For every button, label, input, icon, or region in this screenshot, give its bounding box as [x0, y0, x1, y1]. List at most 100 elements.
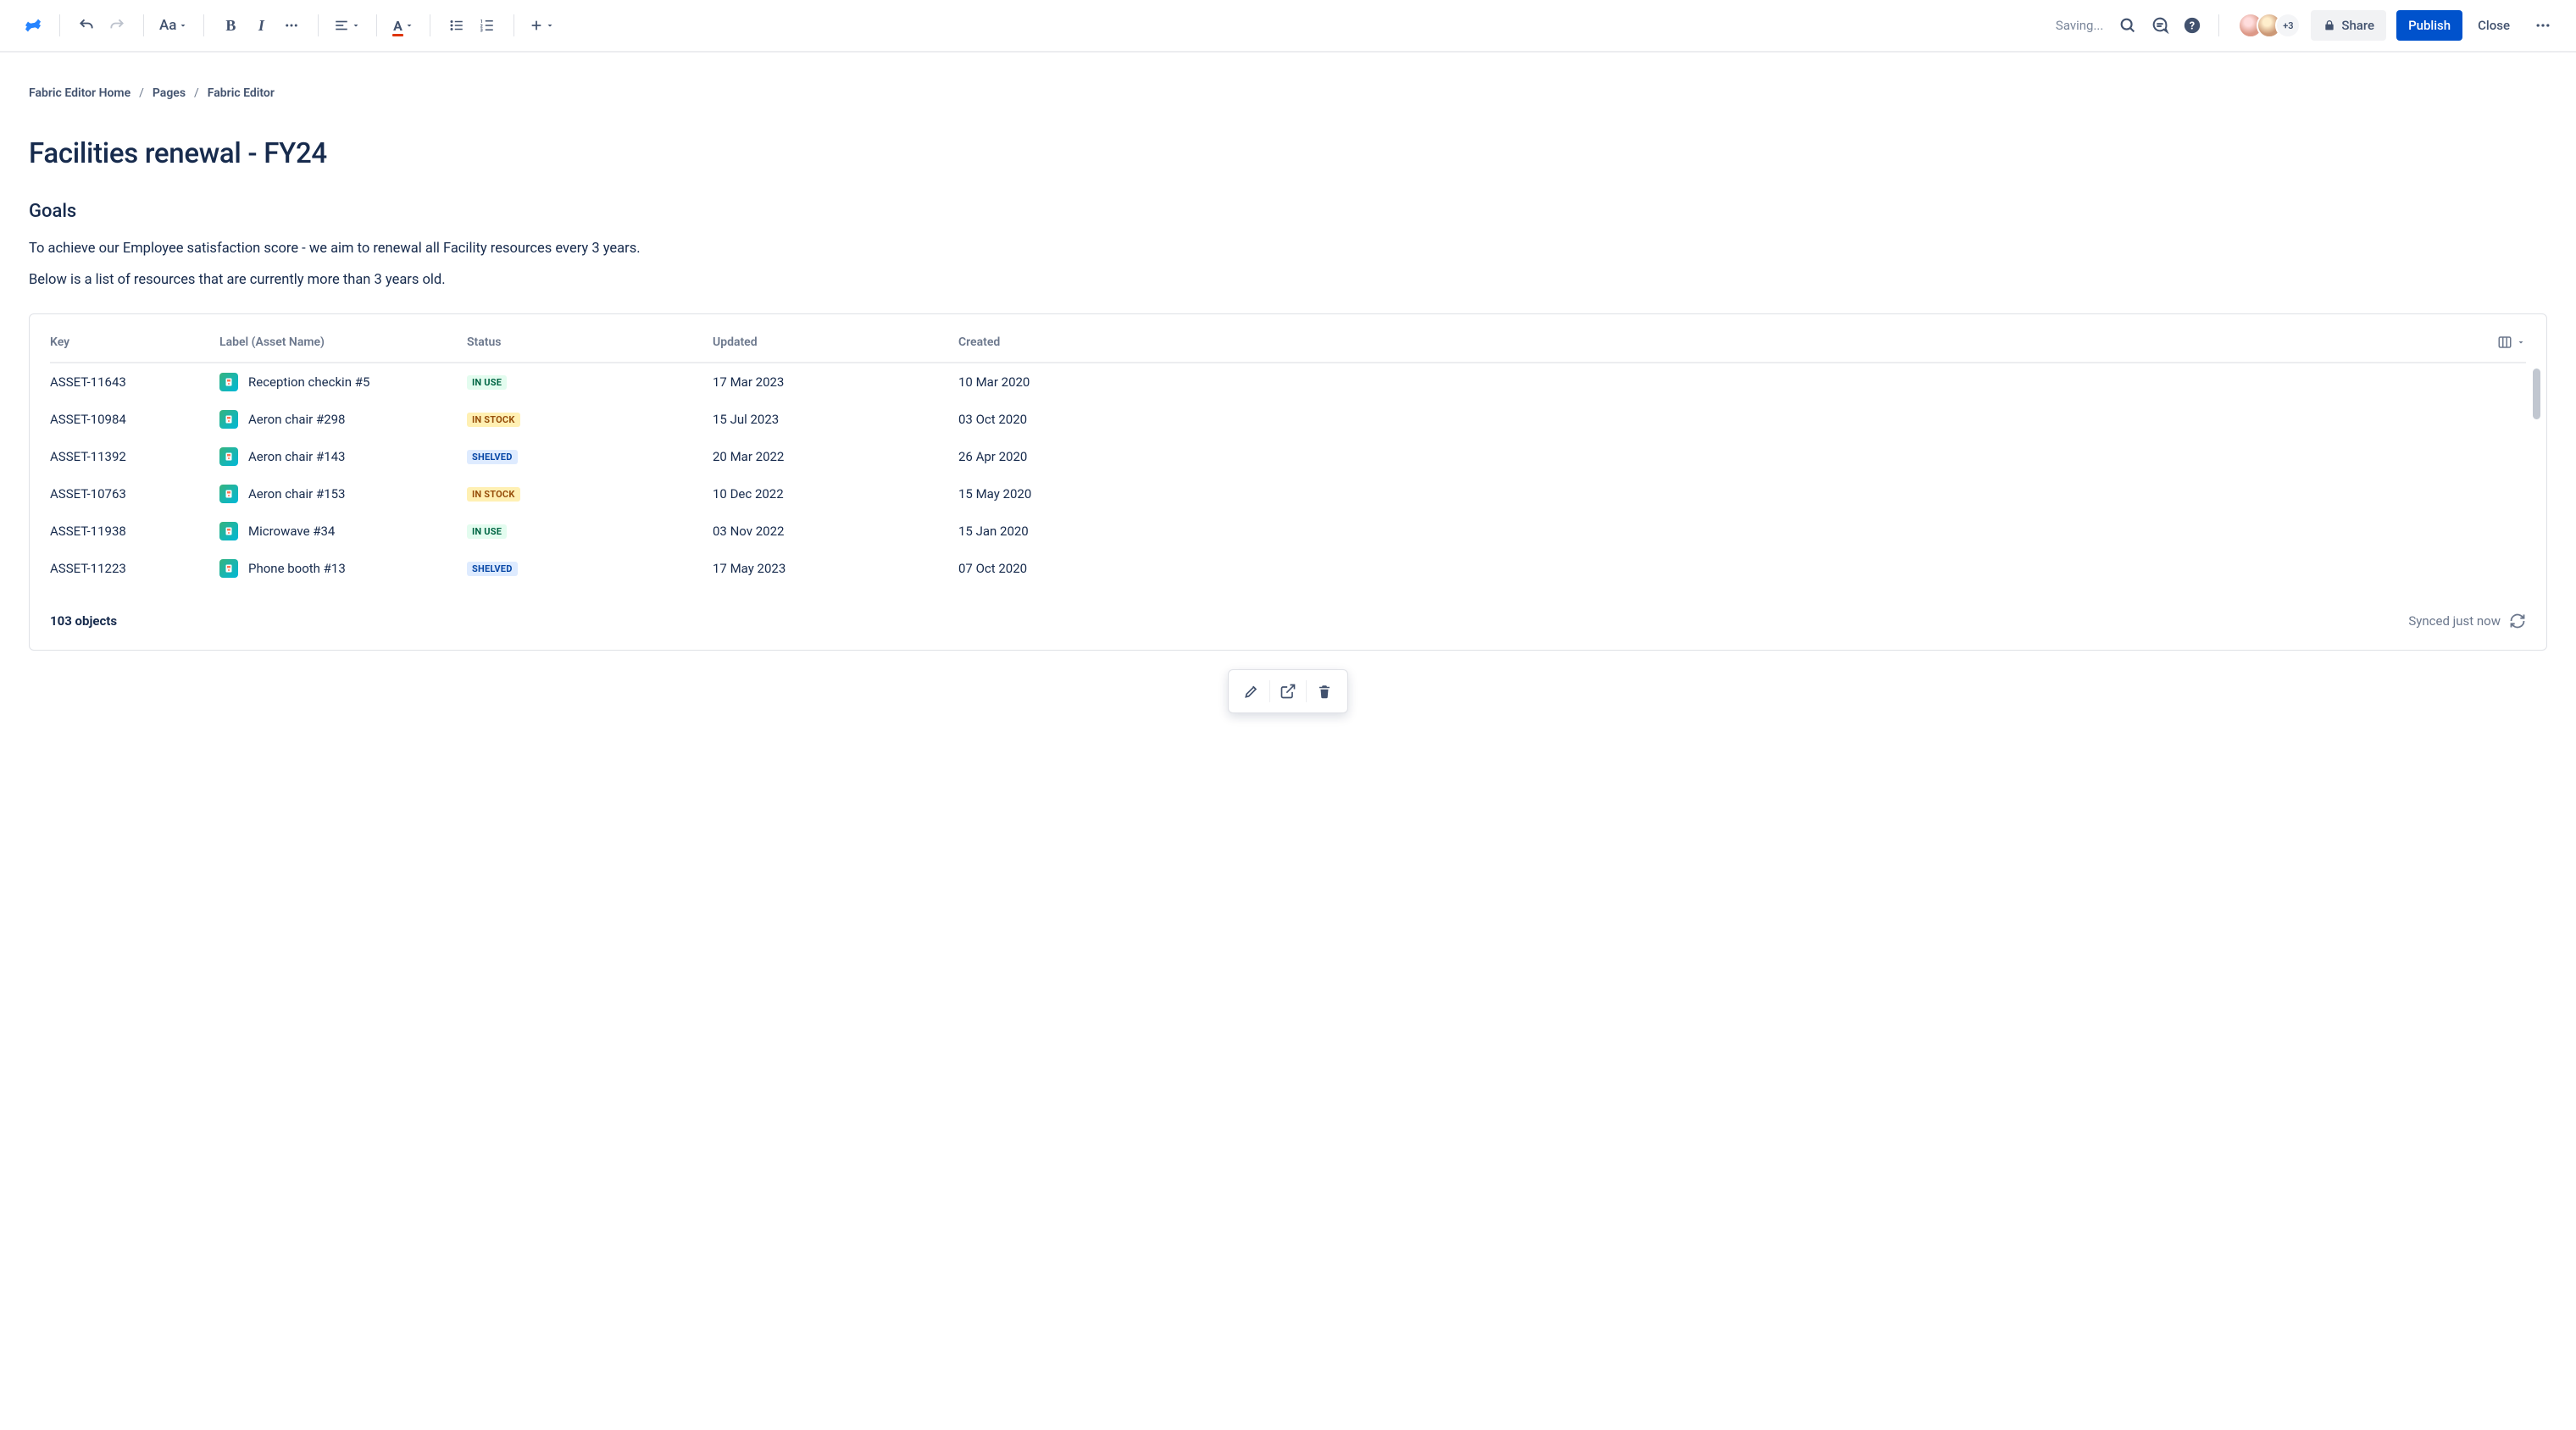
comments-button[interactable]: [2146, 11, 2174, 40]
column-header-updated[interactable]: Updated: [713, 335, 958, 349]
close-label: Close: [2478, 18, 2510, 33]
help-button[interactable]: ?: [2178, 11, 2207, 40]
text-styles-dropdown[interactable]: Aa: [156, 11, 192, 40]
status-badge: SHELVED: [467, 450, 518, 464]
table-row[interactable]: ASSET-11392 Aeron chair #143 SHELVED 20 Mar…: [50, 438, 2526, 475]
bold-button[interactable]: B: [216, 11, 245, 40]
cell-key: ASSET-11643: [50, 374, 219, 390]
column-header-created[interactable]: Created: [958, 335, 2492, 349]
search-icon: [2118, 16, 2137, 35]
column-header-label[interactable]: Label (Asset Name): [219, 335, 467, 349]
asset-name: Aeron chair #153: [248, 486, 346, 502]
cell-created: 15 Jan 2020: [958, 524, 2526, 539]
paragraph[interactable]: To achieve our Employee satisfaction sco…: [29, 239, 2547, 260]
asset-name: Aeron chair #298: [248, 412, 346, 427]
column-header-key[interactable]: Key: [50, 335, 219, 349]
cell-key: ASSET-10763: [50, 486, 219, 502]
cell-updated: 20 Mar 2022: [713, 449, 958, 464]
alignment-dropdown[interactable]: [330, 11, 364, 40]
card-footer: 103 objects Synced just now: [30, 587, 2546, 650]
asset-icon: [219, 485, 238, 503]
cell-label: Microwave #34: [219, 522, 467, 540]
asset-icon: [219, 373, 238, 391]
share-button[interactable]: Share: [2311, 10, 2386, 41]
breadcrumb-separator: /: [139, 86, 144, 100]
more-actions-button[interactable]: [2529, 11, 2557, 40]
cell-label: Reception checkin #5: [219, 373, 467, 391]
table-row[interactable]: ASSET-10984Aeron chair #298IN STOCK15 Ju…: [50, 401, 2526, 438]
column-settings-button[interactable]: [2492, 335, 2526, 350]
status-badge: IN USE: [467, 524, 507, 539]
share-label: Share: [2341, 18, 2374, 33]
svg-text:?: ?: [2190, 20, 2195, 33]
bullet-list-button[interactable]: [442, 11, 471, 40]
cell-created: 26 Apr 2020: [958, 449, 2526, 464]
insert-dropdown[interactable]: [526, 11, 558, 40]
status-badge: IN STOCK: [467, 413, 520, 427]
app-logo[interactable]: [19, 11, 47, 40]
edit-card-button[interactable]: [1234, 674, 1269, 708]
delete-card-button[interactable]: [1307, 674, 1342, 708]
asset-icon: [219, 447, 238, 466]
table-row[interactable]: ASSET-11643Reception checkin #5IN USE17 …: [50, 363, 2526, 401]
undo-icon: [78, 17, 95, 34]
cell-status: IN STOCK: [467, 485, 713, 502]
asset-name: Aeron chair #143: [248, 449, 346, 464]
breadcrumb-item[interactable]: Fabric Editor: [208, 86, 275, 100]
asset-name: Reception checkin #5: [248, 374, 369, 390]
cell-key: ASSET-11392: [50, 449, 219, 464]
floating-toolbar: [1228, 669, 1348, 713]
toolbar-separator: [376, 14, 377, 36]
close-button[interactable]: Close: [2466, 10, 2522, 41]
asset-icon: [219, 559, 238, 578]
ellipsis-icon: [284, 18, 299, 33]
assets-smartlink-card[interactable]: Key Label (Asset Name) Status Updated Cr…: [29, 313, 2547, 651]
asset-icon: [219, 522, 238, 540]
numbered-list-button[interactable]: 123: [473, 11, 502, 40]
collaborators[interactable]: +3: [2238, 13, 2301, 38]
avatar-overflow[interactable]: +3: [2275, 13, 2301, 38]
cell-updated: 17 May 2023: [713, 561, 958, 576]
bullet-list-icon: [449, 18, 464, 33]
open-link-button[interactable]: [1270, 674, 1306, 708]
page-title[interactable]: Facilities renewal - FY24: [29, 137, 2547, 170]
svg-text:3: 3: [480, 29, 483, 34]
cell-status: SHELVED: [467, 448, 713, 464]
cell-label: Aeron chair #143: [219, 447, 467, 466]
find-button[interactable]: [2113, 11, 2142, 40]
trash-icon: [1317, 684, 1332, 699]
toolbar-separator: [203, 14, 204, 36]
cell-key: ASSET-11223: [50, 561, 219, 576]
status-badge: SHELVED: [467, 562, 518, 576]
saving-status: Saving...: [2056, 18, 2103, 33]
cell-created: 03 Oct 2020: [958, 412, 2526, 427]
publish-button[interactable]: Publish: [2396, 10, 2462, 41]
sync-icon[interactable]: [2509, 612, 2526, 629]
italic-button[interactable]: I: [247, 11, 275, 40]
table-row[interactable]: ASSET-11223 Phone booth #13 SHELVED 17 May …: [50, 550, 2526, 587]
redo-button[interactable]: [103, 11, 131, 40]
numbered-list-icon: 123: [480, 18, 495, 33]
toolbar-separator: [318, 14, 319, 36]
column-header-status[interactable]: Status: [467, 335, 713, 349]
more-formatting-button[interactable]: [277, 11, 306, 40]
breadcrumb-item[interactable]: Pages: [153, 86, 186, 100]
paragraph[interactable]: Below is a list of resources that are cu…: [29, 270, 2547, 291]
table-row[interactable]: ASSET-10763Aeron chair #153IN STOCK10 De…: [50, 475, 2526, 513]
status-badge: IN STOCK: [467, 487, 520, 502]
object-count: 103 objects: [50, 613, 117, 629]
section-heading[interactable]: Goals: [29, 201, 2547, 222]
cell-status: IN USE: [467, 374, 713, 390]
scrollbar[interactable]: [2533, 369, 2540, 419]
text-color-dropdown[interactable]: A: [389, 11, 418, 40]
redo-icon: [108, 17, 125, 34]
sync-status: Synced just now: [2408, 612, 2526, 629]
cell-key: ASSET-11938: [50, 524, 219, 539]
table-body: ASSET-11643 Reception checkin #5 IN USE 17 …: [50, 363, 2526, 587]
asset-name: Phone booth #13: [248, 561, 346, 576]
breadcrumb-item[interactable]: Fabric Editor Home: [29, 86, 130, 100]
cell-updated: 03 Nov 2022: [713, 524, 958, 539]
cell-label: Aeron chair #153: [219, 485, 467, 503]
table-row[interactable]: ASSET-11938Microwave #34IN USE 03 Nov 202…: [50, 513, 2526, 550]
undo-button[interactable]: [72, 11, 101, 40]
